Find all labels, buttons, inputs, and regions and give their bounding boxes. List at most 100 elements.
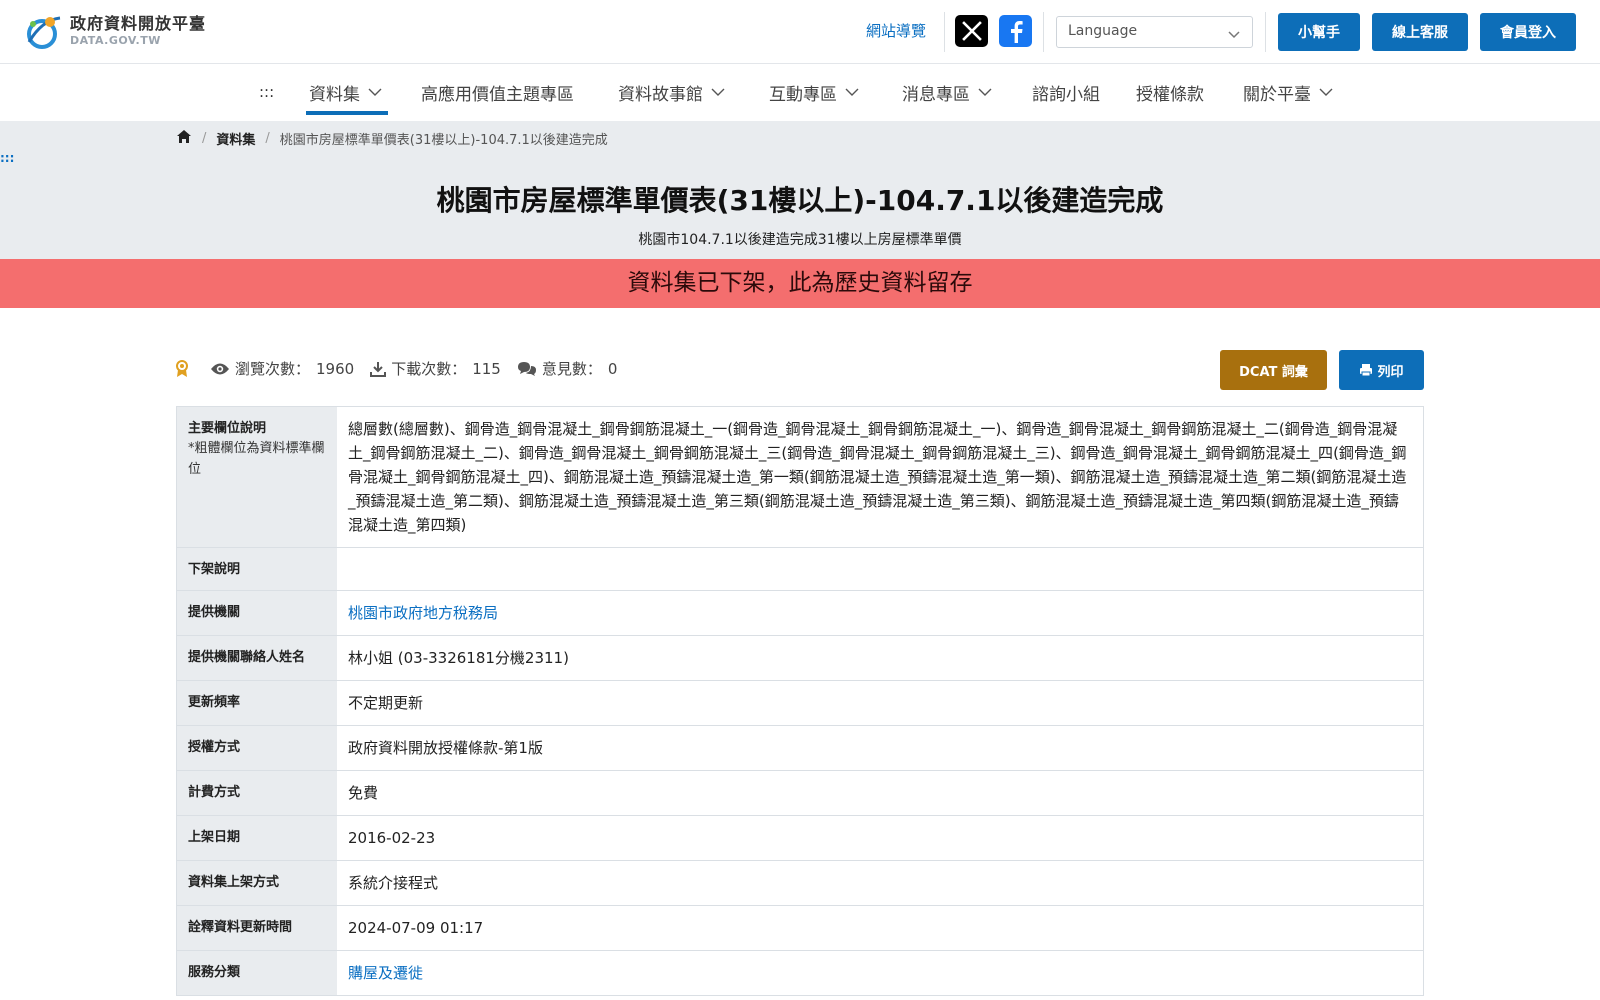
nav-item-label: 資料故事館	[618, 84, 703, 105]
chevron-down-icon	[1228, 27, 1240, 43]
facebook-icon[interactable]	[999, 15, 1032, 47]
table-row: 更新頻率 不定期更新	[177, 681, 1423, 726]
main-fields-note: *粗體欄位為資料標準欄位	[188, 441, 325, 477]
downloads-stat: 下載次數： 115	[370, 358, 501, 379]
published-label: 上架日期	[177, 816, 337, 860]
nav-item-label: 消息專區	[902, 84, 970, 105]
table-row: 計費方式 免費	[177, 771, 1423, 816]
comments-icon	[517, 361, 536, 376]
nav-item-label: 關於平臺	[1243, 84, 1311, 105]
chevron-down-icon	[711, 82, 725, 102]
language-select[interactable]: Language	[1056, 16, 1253, 48]
dataset-hero: / 資料集 / 桃園市房屋標準單價表(31樓以上)-104.7.1以後建造完成 …	[0, 121, 1600, 259]
page-subtitle: 桃園市104.7.1以後建造完成31樓以上房屋標準單價	[638, 232, 962, 248]
license-value: 政府資料開放授權條款-第1版	[348, 739, 543, 757]
table-row: 提供機關聯絡人姓名 林小姐 (03-3326181分機2311)	[177, 636, 1423, 681]
logo-title: 政府資料開放平臺	[70, 14, 207, 33]
nav-item-label: 高應用價值主題專區	[421, 84, 574, 105]
row-header: 主要欄位說明 *粗體欄位為資料標準欄位	[177, 407, 337, 547]
divider	[944, 12, 945, 52]
provider-label: 提供機關	[177, 591, 337, 635]
download-icon	[370, 361, 387, 377]
frequency-value: 不定期更新	[348, 694, 424, 712]
sitemap-link[interactable]: 網站導覽	[866, 20, 926, 41]
home-icon[interactable]	[176, 129, 192, 148]
comments-count: 0	[607, 359, 618, 378]
comments-label: 意見數：	[541, 360, 602, 378]
nav-item-stories[interactable]: 資料故事館	[618, 80, 725, 105]
table-row: 主要欄位說明 *粗體欄位為資料標準欄位 總層數(總層數)、鋼骨造_鋼骨混凝土_鋼…	[177, 407, 1423, 548]
views-count: 1960	[316, 359, 355, 378]
top-header: 政府資料開放平臺 DATA.GOV.TW 網站導覽 Language 小幫手 線…	[0, 0, 1600, 64]
nav-item-about[interactable]: 關於平臺	[1243, 80, 1333, 105]
delisted-alert: 資料集已下架，此為歷史資料留存	[0, 259, 1600, 308]
page-title: 桃園市房屋標準單價表(31樓以上)-104.7.1以後建造完成	[436, 184, 1164, 217]
main-navigation: ::: 資料集 高應用價值主題專區 資料故事館 互動專區 消息專區 諮詢小組 授…	[0, 64, 1600, 121]
logo-subtitle: DATA.GOV.TW	[70, 34, 161, 47]
quality-badge	[175, 359, 194, 378]
views-stat: 瀏覽次數： 1960	[210, 358, 354, 379]
frequency-label: 更新頻率	[177, 681, 337, 725]
language-select-value: Language	[1068, 23, 1138, 39]
nav-item-news[interactable]: 消息專區	[902, 80, 992, 105]
table-row: 提供機關 桃園市政府地方稅務局	[177, 591, 1423, 636]
dataset-detail-table: 主要欄位說明 *粗體欄位為資料標準欄位 總層數(總層數)、鋼骨造_鋼骨混凝土_鋼…	[176, 406, 1424, 996]
dcat-vocabulary-button[interactable]: DCAT 詞彙	[1220, 350, 1327, 390]
award-icon	[176, 359, 188, 377]
license-label: 授權方式	[177, 726, 337, 770]
nav-item-interactive[interactable]: 互動專區	[769, 80, 859, 105]
nav-item-label: 互動專區	[769, 84, 837, 105]
table-row: 下架說明	[177, 548, 1423, 591]
nav-item-high-value[interactable]: 高應用價值主題專區	[421, 80, 574, 105]
provider-link[interactable]: 桃園市政府地方稅務局	[337, 591, 1423, 635]
table-row: 上架日期 2016-02-23	[177, 816, 1423, 861]
service-category-link[interactable]: 購屋及遷徙	[337, 951, 1423, 995]
nav-item-advisory[interactable]: 諮詢小組	[1032, 80, 1100, 105]
method-value: 系統介接程式	[348, 874, 439, 892]
nav-item-datasets[interactable]: 資料集	[309, 80, 382, 105]
table-row: 資料集上架方式 系統介接程式	[177, 861, 1423, 906]
printer-icon	[1360, 364, 1373, 377]
dataset-stats: 瀏覽次數： 1960 下載次數： 115 意見數： 0	[175, 358, 633, 379]
main-fields-label: 主要欄位說明	[188, 421, 267, 436]
contact-label: 提供機關聯絡人姓名	[177, 636, 337, 680]
downloads-count: 115	[472, 359, 501, 378]
table-row: 服務分類 購屋及遷徙	[177, 951, 1423, 996]
views-label: 瀏覽次數：	[235, 360, 311, 378]
contact-value: 林小姐 (03-3326181分機2311)	[348, 649, 569, 667]
print-button-label: 列印	[1377, 364, 1404, 380]
divider	[1043, 12, 1044, 52]
table-row: 授權方式 政府資料開放授權條款-第1版	[177, 726, 1423, 771]
site-logo[interactable]: 政府資料開放平臺 DATA.GOV.TW	[24, 12, 206, 50]
nav-accesskey[interactable]: :::	[259, 80, 274, 104]
main-fields-value: 總層數(總層數)、鋼骨造_鋼骨混凝土_鋼骨鋼筋混凝土_一(鋼骨造_鋼骨混凝土_鋼…	[348, 420, 1407, 534]
chevron-down-icon	[1319, 82, 1333, 102]
meta-updated-label: 詮釋資料更新時間	[177, 906, 337, 950]
breadcrumb-datasets[interactable]: 資料集	[216, 129, 255, 148]
online-support-button[interactable]: 線上客服	[1372, 13, 1468, 51]
divider	[1265, 12, 1266, 52]
x-twitter-icon[interactable]	[955, 15, 988, 47]
nav-item-label: 授權條款	[1136, 84, 1204, 105]
nav-item-label: 諮詢小組	[1032, 84, 1100, 105]
chevron-down-icon	[845, 82, 859, 102]
helper-button[interactable]: 小幫手	[1278, 13, 1360, 51]
nav-item-label: 資料集	[309, 84, 360, 105]
content-accesskey[interactable]: :::	[0, 151, 14, 165]
chevron-down-icon	[368, 82, 382, 102]
delist-label: 下架說明	[177, 548, 337, 590]
table-row: 詮釋資料更新時間 2024-07-09 01:17	[177, 906, 1423, 951]
nav-item-license[interactable]: 授權條款	[1136, 80, 1204, 105]
fee-value: 免費	[348, 784, 379, 802]
downloads-label: 下載次數：	[391, 360, 467, 378]
eye-icon	[211, 363, 229, 374]
breadcrumb-current: 桃園市房屋標準單價表(31樓以上)-104.7.1以後建造完成	[279, 133, 608, 148]
method-label: 資料集上架方式	[177, 861, 337, 905]
logo-icon	[24, 12, 64, 50]
breadcrumb: / 資料集 / 桃園市房屋標準單價表(31樓以上)-104.7.1以後建造完成	[176, 129, 608, 148]
meta-updated-value: 2024-07-09 01:17	[348, 919, 484, 937]
print-button[interactable]: 列印	[1339, 350, 1424, 390]
service-label: 服務分類	[177, 951, 337, 995]
member-login-button[interactable]: 會員登入	[1480, 13, 1576, 51]
fee-label: 計費方式	[177, 771, 337, 815]
